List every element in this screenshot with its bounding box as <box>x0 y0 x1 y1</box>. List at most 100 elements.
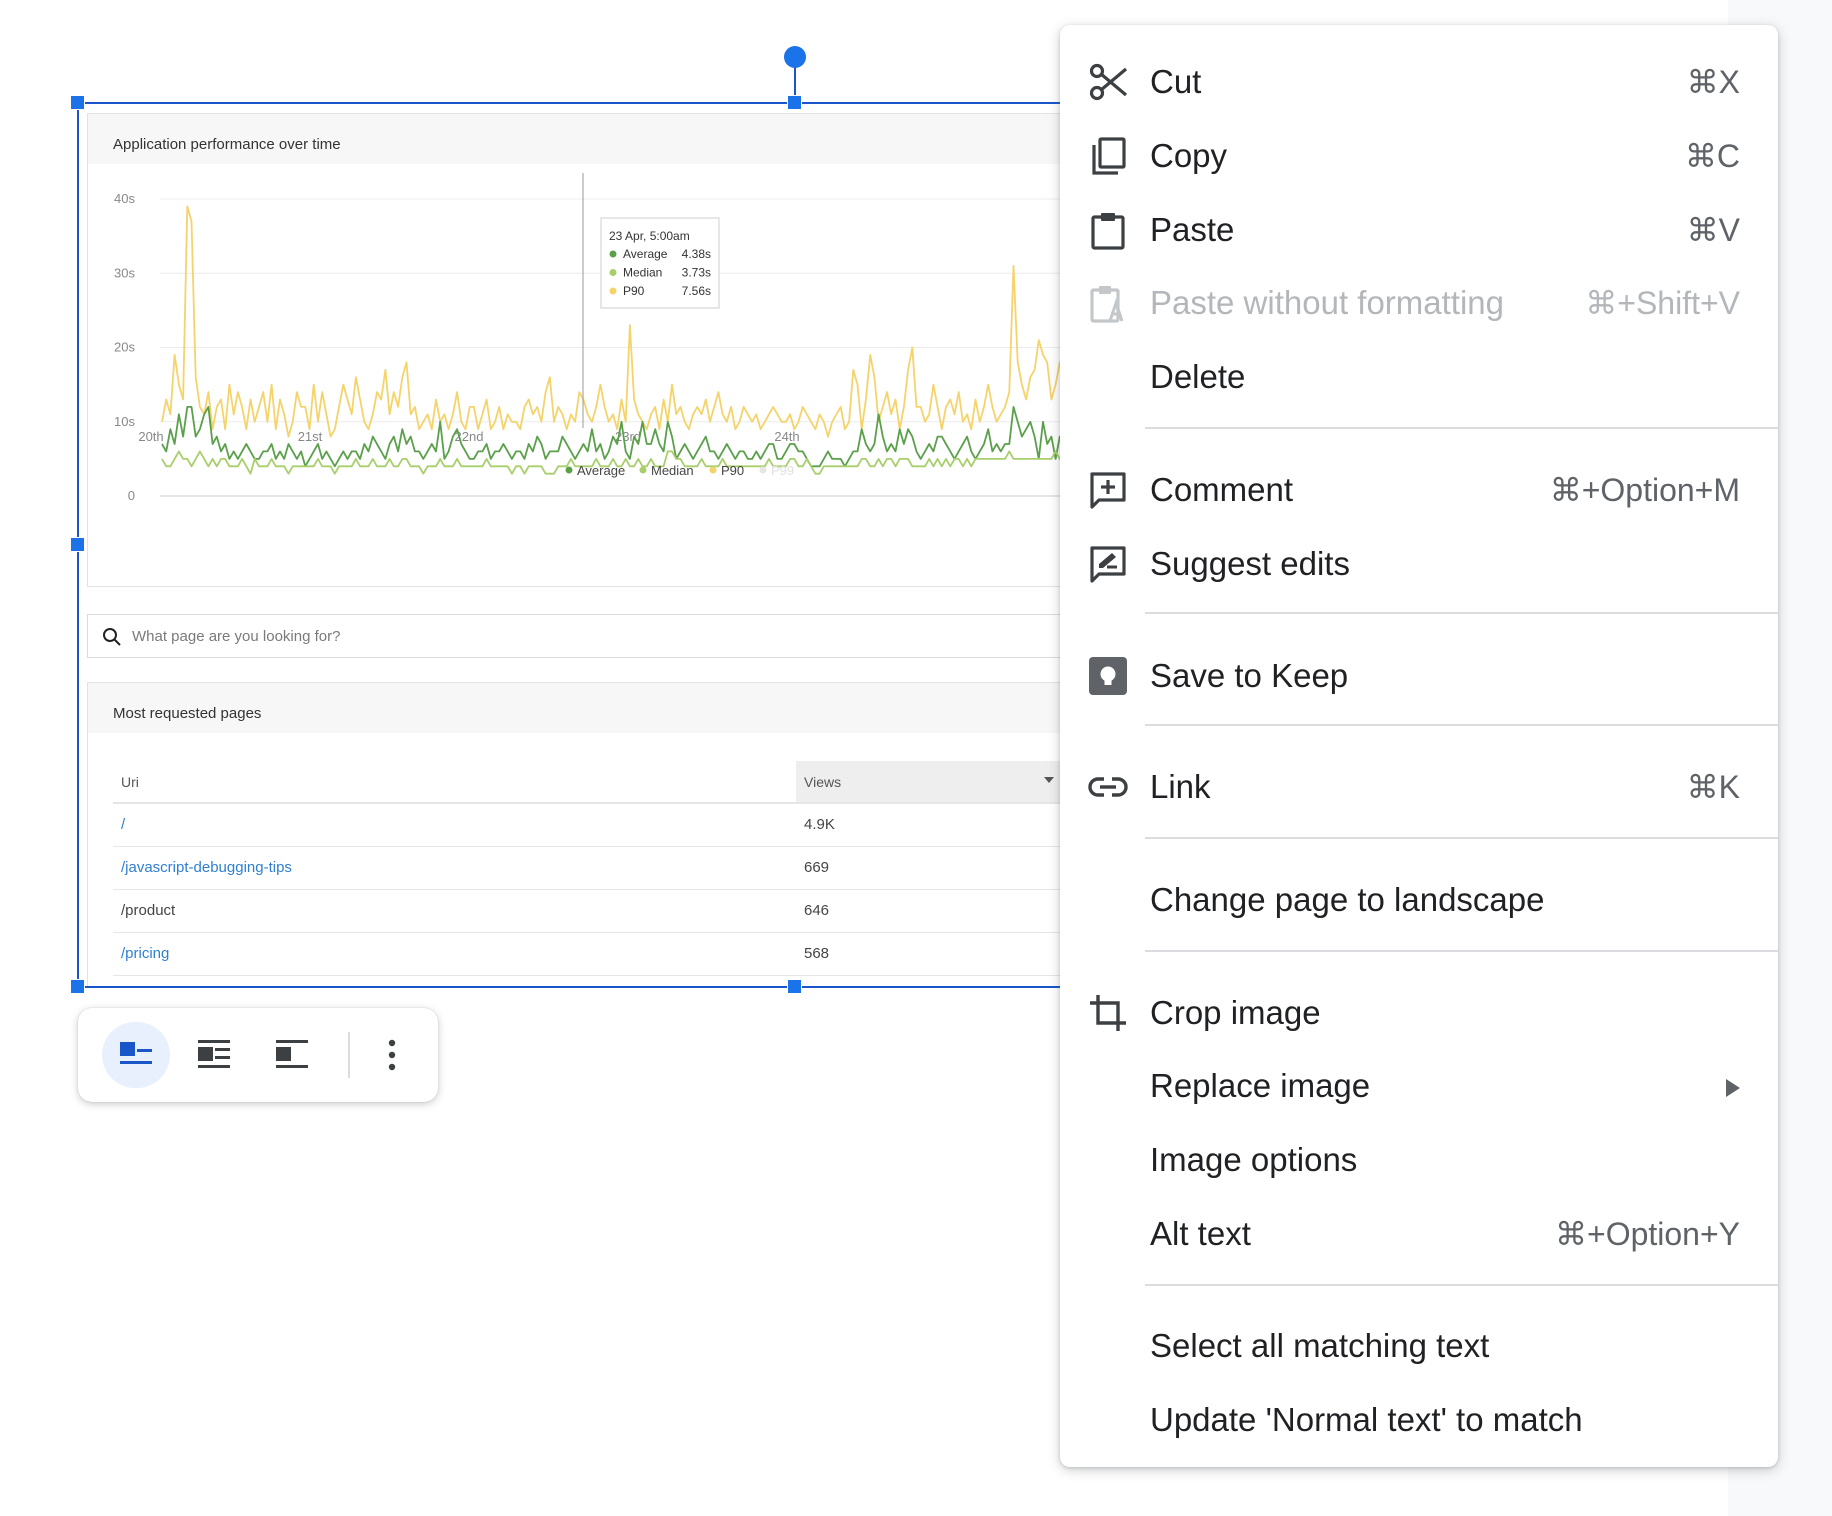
table-card: Most requested pages Uri Views / 4.9K /j… <box>87 682 1097 988</box>
menu-item-label: Select all matching text <box>1150 1327 1490 1364</box>
keep-icon <box>1089 657 1127 695</box>
legend-swatch <box>709 466 717 474</box>
performance-line-chart: 010s20s30s40s20th 21st 22nd 23rd 24th23 Apr,… <box>114 173 1097 503</box>
column-header-views: Views <box>796 761 1097 804</box>
crop-icon <box>1090 995 1126 1031</box>
uri-cell: /javascript-debugging-tips <box>113 846 796 890</box>
menu-item-save-to-keep[interactable]: Save to Keep <box>1060 639 1778 709</box>
menu-item-copy[interactable]: Copy ⌘C <box>1060 119 1778 189</box>
pages-table: Uri Views / 4.9K /javascript-debugging-t… <box>113 761 1097 976</box>
menu-item-image-options[interactable]: Image options <box>1060 1123 1778 1193</box>
copy-icon <box>1092 137 1126 175</box>
clipboard-icon <box>1091 213 1125 250</box>
menu-item-label: Paste <box>1150 211 1235 248</box>
menu-item-replace-image[interactable]: Replace image <box>1060 1049 1778 1119</box>
rotate-handle[interactable] <box>784 46 806 68</box>
menu-item-alt-text[interactable]: Alt text ⌘+Option+Y <box>1060 1197 1778 1267</box>
menu-item-delete[interactable]: Delete <box>1060 340 1778 410</box>
menu-item-shortcut: ⌘+Option+M <box>1549 472 1740 508</box>
menu-item-link[interactable]: Link ⌘K <box>1060 750 1778 820</box>
views-cell: 4.9K <box>796 803 1097 847</box>
tooltip-label: P90 <box>623 284 645 298</box>
legend-swatch <box>759 466 767 474</box>
menu-item-suggest-edits[interactable]: Suggest edits <box>1060 527 1778 597</box>
sort-desc-icon <box>1044 777 1054 783</box>
uri-cell: / <box>113 803 796 847</box>
menu-item-label: Update 'Normal text' to match <box>1150 1401 1583 1438</box>
search-icon <box>103 628 121 646</box>
menu-separator <box>1145 427 1778 429</box>
menu-item-paste-without-formatting[interactable]: Paste without formatting ⌘+Shift+V <box>1060 266 1778 336</box>
menu-separator <box>1145 1284 1778 1286</box>
y-tick-label: 10s <box>114 414 135 429</box>
menu-item-label: Cut <box>1150 63 1202 100</box>
wrap-inline-button[interactable] <box>102 1022 170 1088</box>
scissors-icon <box>1089 63 1128 101</box>
menu-item-select-all-matching-text[interactable]: Select all matching text <box>1060 1309 1778 1379</box>
more-options-button[interactable] <box>358 1022 426 1088</box>
selected-image[interactable]: Application performance over time 0 10s 20… <box>77 103 1097 988</box>
menu-item-label: Comment <box>1150 471 1294 508</box>
legend-swatch <box>639 466 647 474</box>
search-placeholder: What page are you looking for? <box>132 628 341 645</box>
menu-separator <box>1145 724 1778 726</box>
menu-item-shortcut: ⌘X <box>1686 64 1740 100</box>
resize-handle-bottom-left[interactable] <box>70 979 85 994</box>
menu-item-shortcut: ⌘+Shift+V <box>1585 285 1740 321</box>
submenu-arrow-icon <box>1726 1079 1740 1097</box>
menu-separator <box>1145 612 1778 614</box>
y-tick-label: 30s <box>114 265 135 280</box>
column-header-uri: Uri <box>113 761 796 804</box>
selection-border-top <box>77 102 1097 104</box>
tooltip-dot <box>609 287 617 295</box>
wrap-inline-icon <box>120 1042 152 1064</box>
table-row: /pricing 568 <box>113 932 1097 976</box>
x-tick-label: 21st <box>298 429 323 444</box>
resize-handle-top-center[interactable] <box>787 95 802 110</box>
menu-item-label: Crop image <box>1150 994 1321 1031</box>
table-header-row: Uri Views <box>113 761 1097 804</box>
legend-label: Average <box>577 463 625 478</box>
menu-item-label: Paste without formatting <box>1150 284 1505 321</box>
wrap-text-icon <box>198 1040 230 1068</box>
menu-item-label: Save to Keep <box>1150 657 1349 694</box>
views-header-label: Views <box>804 773 842 790</box>
menu-item-label: Copy <box>1150 137 1228 174</box>
break-text-button[interactable] <box>258 1022 326 1088</box>
views-cell: 568 <box>796 932 1097 976</box>
menu-item-paste[interactable]: Paste ⌘V <box>1060 193 1778 263</box>
rate-review-icon <box>1090 546 1126 583</box>
menu-item-comment[interactable]: Comment ⌘+Option+M <box>1060 453 1778 523</box>
menu-item-label: Suggest edits <box>1150 545 1350 582</box>
tooltip-dot <box>609 269 617 276</box>
tooltip-value: 4.38s <box>682 247 711 261</box>
image-wrap-toolbar <box>78 1008 438 1102</box>
page-search-box: What page are you looking for? <box>87 614 1097 658</box>
menu-item-shortcut: ⌘+Option+Y <box>1555 1216 1740 1252</box>
menu-item-label: Image options <box>1150 1141 1358 1178</box>
tooltip-value: 3.73s <box>682 266 711 280</box>
y-tick-label: 0 <box>128 488 135 503</box>
wrap-text-button[interactable] <box>180 1022 248 1088</box>
break-text-icon <box>276 1040 308 1068</box>
resize-handle-middle-left[interactable] <box>70 537 85 552</box>
table-row: /product 646 <box>113 889 1097 933</box>
menu-item-label: Change page to landscape <box>1150 881 1545 918</box>
context-menu: Cut ⌘X Copy ⌘C Paste ⌘V Paste without fo… <box>1060 25 1778 1467</box>
tooltip-label: Average <box>623 247 668 261</box>
resize-handle-bottom-center[interactable] <box>787 979 802 994</box>
add-comment-icon <box>1090 472 1126 509</box>
resize-handle-top-left[interactable] <box>70 95 85 110</box>
y-tick-label: 20s <box>114 340 135 355</box>
menu-item-change-page-landscape[interactable]: Change page to landscape <box>1060 863 1778 933</box>
views-cell: 646 <box>796 889 1097 933</box>
menu-item-cut[interactable]: Cut ⌘X <box>1060 45 1778 115</box>
legend-label: Median <box>651 463 694 478</box>
menu-item-crop-image[interactable]: Crop image <box>1060 976 1778 1046</box>
menu-item-update-normal-text[interactable]: Update 'Normal text' to match <box>1060 1383 1778 1453</box>
menu-item-label: Alt text <box>1150 1215 1251 1252</box>
x-tick-label: 24th <box>774 429 799 444</box>
table-row: / 4.9K <box>113 803 1097 847</box>
table-title: Most requested pages <box>113 705 262 722</box>
table-row: /javascript-debugging-tips 669 <box>113 846 1097 890</box>
